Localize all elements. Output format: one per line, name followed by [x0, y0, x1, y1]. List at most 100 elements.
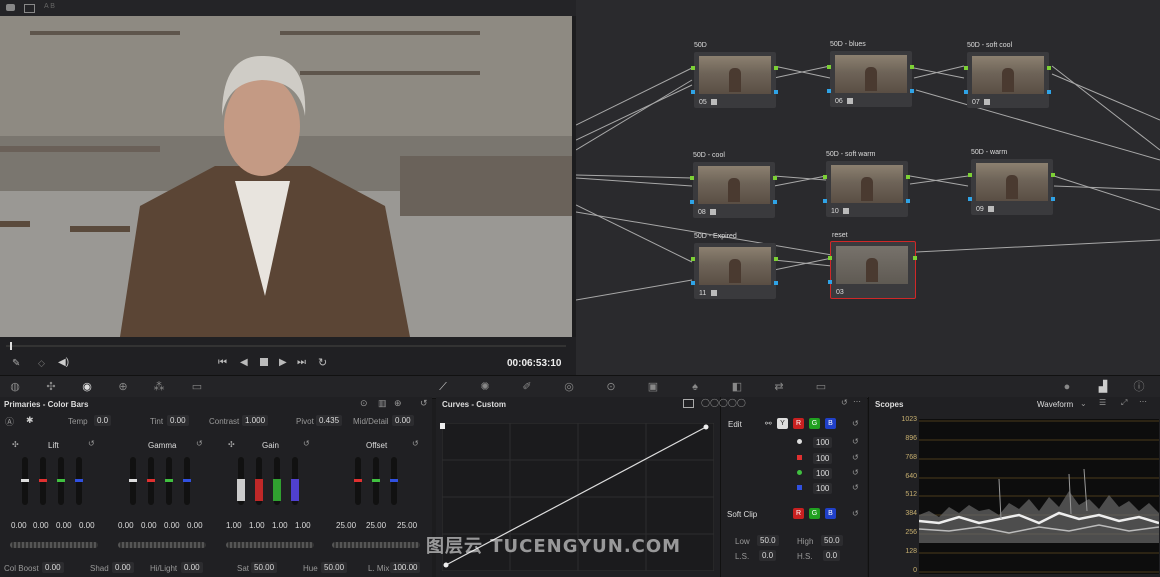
skip-end-icon[interactable]: ⏭: [297, 357, 306, 368]
tracker-icon[interactable]: ⊙: [604, 380, 618, 394]
reset-icon[interactable]: ↺: [852, 483, 859, 492]
gamma-master-wheel[interactable]: [118, 542, 206, 548]
scope-settings-icon[interactable]: ☰: [1099, 398, 1106, 407]
color-warper-icon[interactable]: ✺: [478, 380, 492, 394]
lift-value-y[interactable]: 0.00: [11, 521, 27, 530]
rgb-mixer-icon[interactable]: ⁂: [152, 380, 166, 394]
offset-slider-g[interactable]: [372, 457, 380, 505]
gamma-slider-y[interactable]: [129, 457, 137, 505]
input-pin[interactable]: [690, 200, 694, 204]
input-pin[interactable]: [964, 90, 968, 94]
play-icon[interactable]: ▶: [279, 357, 287, 368]
col-boost-field[interactable]: 0.00: [42, 562, 64, 573]
input-pin[interactable]: [964, 66, 968, 70]
gain-slider-r[interactable]: [255, 457, 263, 505]
target-icon[interactable]: ⊙: [360, 398, 368, 409]
channel-y-toggle[interactable]: Y: [777, 418, 788, 429]
softclip-r-toggle[interactable]: R: [793, 508, 804, 519]
chevron-down-icon[interactable]: ⌄: [1080, 399, 1087, 408]
offset-value-g[interactable]: 25.00: [366, 521, 386, 530]
color-match-icon[interactable]: ✣: [44, 380, 58, 394]
loop-icon[interactable]: ↻: [318, 356, 327, 369]
input-pin[interactable]: [828, 256, 832, 260]
offset-master-wheel[interactable]: [332, 542, 420, 548]
key-icon[interactable]: ◧: [730, 380, 744, 394]
more-icon[interactable]: ⋯: [853, 397, 861, 406]
temp-field[interactable]: 0.0: [94, 415, 112, 426]
lift-slider-b[interactable]: [75, 457, 83, 505]
camera-icon[interactable]: [6, 4, 15, 11]
output-pin[interactable]: [910, 89, 914, 93]
input-pin[interactable]: [827, 65, 831, 69]
output-pin[interactable]: [1051, 173, 1055, 177]
stop-icon[interactable]: [260, 358, 268, 366]
sat-field[interactable]: 50.00: [251, 562, 278, 573]
more-icon[interactable]: ⋯: [1139, 397, 1147, 406]
input-pin[interactable]: [690, 176, 694, 180]
reset-icon[interactable]: ↺: [852, 468, 859, 477]
input-pin[interactable]: [823, 199, 827, 203]
softclip-b-toggle[interactable]: B: [825, 508, 836, 519]
gain-slider-g[interactable]: [273, 457, 281, 505]
lift-value-r[interactable]: 0.00: [33, 521, 49, 530]
output-pin[interactable]: [1047, 90, 1051, 94]
channel-r-toggle[interactable]: R: [793, 418, 804, 429]
intensity-r-field[interactable]: 100: [813, 453, 833, 464]
curves-icon[interactable]: ⟋: [436, 380, 450, 394]
gamma-value-y[interactable]: 0.00: [118, 521, 134, 530]
motion-effects-icon[interactable]: ▭: [190, 380, 204, 394]
gain-slider-b[interactable]: [291, 457, 299, 505]
channel-b-toggle[interactable]: B: [825, 418, 836, 429]
hilight-field[interactable]: 0.00: [181, 562, 203, 573]
output-pin[interactable]: [774, 257, 778, 261]
info-icon[interactable]: ⓘ: [1132, 380, 1146, 394]
color-wheels-icon[interactable]: ◉: [80, 380, 94, 394]
hue-field[interactable]: 50.00: [321, 562, 348, 573]
output-pin[interactable]: [1051, 197, 1055, 201]
expand-icon[interactable]: ⤢: [1121, 398, 1127, 408]
offset-slider-r[interactable]: [354, 457, 362, 505]
gamma-value-r[interactable]: 0.00: [141, 521, 157, 530]
intensity-y-field[interactable]: 100: [813, 437, 833, 448]
curve-options-icon[interactable]: ◯◯◯◯◯: [701, 398, 746, 407]
high-field[interactable]: 50.0: [821, 535, 843, 546]
lum-mix-field[interactable]: 100.00: [390, 562, 421, 573]
video-viewer[interactable]: [0, 16, 572, 337]
shad-field[interactable]: 0.00: [112, 562, 134, 573]
lift-slider-g[interactable]: [57, 457, 65, 505]
link-icon[interactable]: ⚯: [765, 419, 772, 428]
sizing-icon[interactable]: ⇄: [772, 380, 786, 394]
node-07[interactable]: 07: [964, 52, 1051, 108]
node-09[interactable]: 09: [968, 159, 1055, 215]
offset-value-b[interactable]: 25.00: [397, 521, 417, 530]
output-pin[interactable]: [774, 66, 778, 70]
volume-icon[interactable]: ◀): [58, 357, 69, 368]
gamma-slider-b[interactable]: [183, 457, 191, 505]
lift-slider-y[interactable]: [21, 457, 29, 505]
lift-reset-icon[interactable]: ↺: [88, 439, 95, 448]
offset-value-r[interactable]: 25.00: [336, 521, 356, 530]
output-pin[interactable]: [910, 65, 914, 69]
gain-reset-icon[interactable]: ↺: [303, 439, 310, 448]
hdr-icon[interactable]: ⊕: [116, 380, 130, 394]
gain-value-y[interactable]: 1.00: [226, 521, 242, 530]
auto-balance-icon[interactable]: Ⓐ: [5, 415, 14, 428]
output-pin[interactable]: [774, 281, 778, 285]
low-field[interactable]: 50.0: [757, 535, 779, 546]
softclip-reset-icon[interactable]: ↺: [852, 509, 859, 518]
curve-mode-icon[interactable]: [683, 399, 694, 408]
scopes-icon[interactable]: ▟: [1096, 380, 1110, 394]
input-pin[interactable]: [968, 173, 972, 177]
softclip-g-toggle[interactable]: G: [809, 508, 820, 519]
intensity-b-field[interactable]: 100: [813, 483, 833, 494]
gain-value-g[interactable]: 1.00: [272, 521, 288, 530]
scope-mode-select[interactable]: Waveform: [1037, 400, 1073, 409]
reset-icon[interactable]: ↺: [852, 453, 859, 462]
lift-picker-icon[interactable]: ✣: [12, 440, 19, 449]
playhead[interactable]: [10, 342, 12, 350]
output-pin[interactable]: [1047, 66, 1051, 70]
viewer-mode-icon[interactable]: [24, 4, 35, 13]
gamma-value-g[interactable]: 0.00: [164, 521, 180, 530]
node-03-selected[interactable]: 03: [828, 241, 917, 299]
node-06[interactable]: 06: [827, 51, 914, 107]
